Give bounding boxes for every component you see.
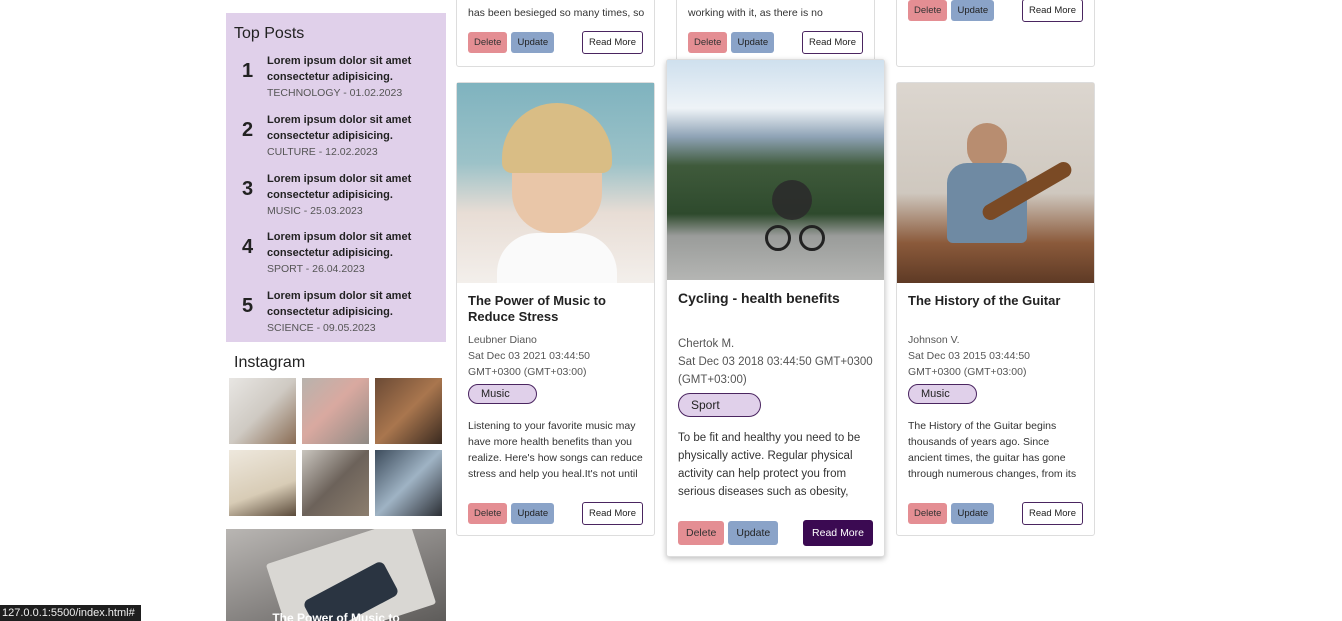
top-posts-panel: Top Posts 1 Lorem ipsum dolor sit amet c… <box>226 13 446 342</box>
delete-button[interactable]: Delete <box>688 32 728 53</box>
top-posts-heading: Top Posts <box>234 25 305 42</box>
status-bar-url: 127.0.0.1:5500/index.html# <box>0 605 141 621</box>
featured-post-banner[interactable]: The Power of Music to <box>226 529 446 621</box>
post-title[interactable]: The Power of Music to Reduce Stress <box>468 293 643 327</box>
read-more-button[interactable]: Read More <box>1022 502 1083 525</box>
instagram-photo-toy[interactable] <box>229 378 296 444</box>
update-button[interactable]: Update <box>728 521 779 545</box>
post-card: The History of the Guitar Johnson V. Sat… <box>896 82 1095 536</box>
top-post-title[interactable]: Lorem ipsum dolor sit amet consectetur a… <box>267 171 438 203</box>
sidebar: Top Posts 1 Lorem ipsum dolor sit amet c… <box>226 13 446 516</box>
update-button[interactable]: Update <box>731 32 775 53</box>
cyclist-shape <box>772 180 812 220</box>
instagram-photo-couple[interactable] <box>302 450 369 516</box>
post-card-hovered: Cycling - health benefits Chertok M. Sat… <box>666 59 885 557</box>
top-post-number: 5 <box>242 295 254 318</box>
update-button[interactable]: Update <box>511 32 555 53</box>
top-post-title[interactable]: Lorem ipsum dolor sit amet consectetur a… <box>267 229 438 261</box>
update-button[interactable]: Update <box>951 503 995 524</box>
post-image-headphones[interactable] <box>457 83 654 283</box>
post-author: Johnson V. <box>908 334 960 346</box>
category-tag[interactable]: Sport <box>678 393 761 417</box>
post-author: Chertok M. <box>678 338 735 350</box>
instagram-photo-guitar[interactable] <box>375 378 442 444</box>
delete-button[interactable]: Delete <box>908 503 948 524</box>
top-post-item[interactable]: 3 Lorem ipsum dolor sit amet consectetur… <box>234 171 438 230</box>
post-excerpt: The History of the Guitar begins thousan… <box>908 420 1077 480</box>
instagram-photo-telescope[interactable] <box>229 450 296 516</box>
post-image-guitarist[interactable] <box>897 83 1094 283</box>
read-more-button[interactable]: Read More <box>803 520 873 546</box>
top-post-number: 1 <box>242 60 254 82</box>
instagram-section: Instagram <box>226 354 446 516</box>
post-title[interactable]: Cycling - health benefits <box>678 290 873 330</box>
shirt-shape <box>497 233 617 283</box>
read-more-button[interactable]: Read More <box>582 31 643 54</box>
top-post-meta: CULTURE - 12.02.2023 <box>267 145 378 158</box>
post-card: working with it, as there is no Delete U… <box>676 0 875 67</box>
read-more-button[interactable]: Read More <box>582 502 643 525</box>
post-author: Leubner Diano <box>468 334 537 346</box>
instagram-grid <box>226 378 446 516</box>
post-excerpt: working with it, as there is no <box>688 7 823 19</box>
top-post-item[interactable]: 4 Lorem ipsum dolor sit amet consectetur… <box>234 229 438 288</box>
post-date: Sat Dec 03 2021 03:44:50 GMT+0300 (GMT+0… <box>468 350 591 378</box>
post-card: The Power of Music to Reduce Stress Leub… <box>456 82 655 536</box>
top-post-item[interactable]: 1 Lorem ipsum dolor sit amet consectetur… <box>234 53 438 112</box>
top-post-title[interactable]: Lorem ipsum dolor sit amet consectetur a… <box>267 112 438 144</box>
post-card: has been besieged so many times, so Dele… <box>456 0 655 67</box>
post-date: Sat Dec 03 2015 03:44:50 GMT+0300 (GMT+0… <box>908 350 1031 378</box>
category-tag[interactable]: Music <box>468 384 537 404</box>
read-more-button[interactable]: Read More <box>1022 0 1083 22</box>
featured-post-title: The Power of Music to <box>272 611 400 621</box>
top-post-title[interactable]: Lorem ipsum dolor sit amet consectetur a… <box>267 288 438 320</box>
top-post-number: 2 <box>242 118 254 141</box>
post-excerpt: To be fit and healthy you need to be phy… <box>678 432 861 498</box>
top-post-meta: MUSIC - 25.03.2023 <box>267 204 363 217</box>
post-image-cyclist[interactable] <box>667 60 884 280</box>
instagram-photo-flowers[interactable] <box>302 378 369 444</box>
top-post-item[interactable]: 2 Lorem ipsum dolor sit amet consectetur… <box>234 112 438 171</box>
top-post-meta: SCIENCE - 09.05.2023 <box>267 322 376 335</box>
top-post-meta: SPORT - 26.04.2023 <box>267 263 365 276</box>
instagram-photo-camera[interactable] <box>375 450 442 516</box>
post-title[interactable]: The History of the Guitar <box>908 293 1083 327</box>
hair-shape <box>502 103 612 173</box>
top-post-number: 4 <box>242 236 254 259</box>
top-post-title[interactable]: Lorem ipsum dolor sit amet consectetur a… <box>267 53 438 85</box>
delete-button[interactable]: Delete <box>468 32 508 53</box>
delete-button[interactable]: Delete <box>678 521 725 545</box>
wheel-shape <box>765 225 791 251</box>
post-date: Sat Dec 03 2018 03:44:50 GMT+0300 (GMT+0… <box>678 356 873 386</box>
wheel-shape <box>799 225 825 251</box>
category-tag[interactable]: Music <box>908 384 977 404</box>
delete-button[interactable]: Delete <box>468 503 508 524</box>
top-post-number: 3 <box>242 177 254 200</box>
post-card: Delete Update Read More <box>896 0 1095 67</box>
top-post-item[interactable]: 5 Lorem ipsum dolor sit amet consectetur… <box>234 288 438 347</box>
read-more-button[interactable]: Read More <box>802 31 863 54</box>
instagram-heading: Instagram <box>234 354 306 371</box>
update-button[interactable]: Update <box>511 503 555 524</box>
top-post-meta: TECHNOLOGY - 01.02.2023 <box>267 87 403 99</box>
post-excerpt: has been besieged so many times, so <box>468 7 645 19</box>
update-button[interactable]: Update <box>951 0 995 21</box>
delete-button[interactable]: Delete <box>908 0 948 21</box>
post-excerpt: Listening to your favorite music may hav… <box>468 420 643 480</box>
